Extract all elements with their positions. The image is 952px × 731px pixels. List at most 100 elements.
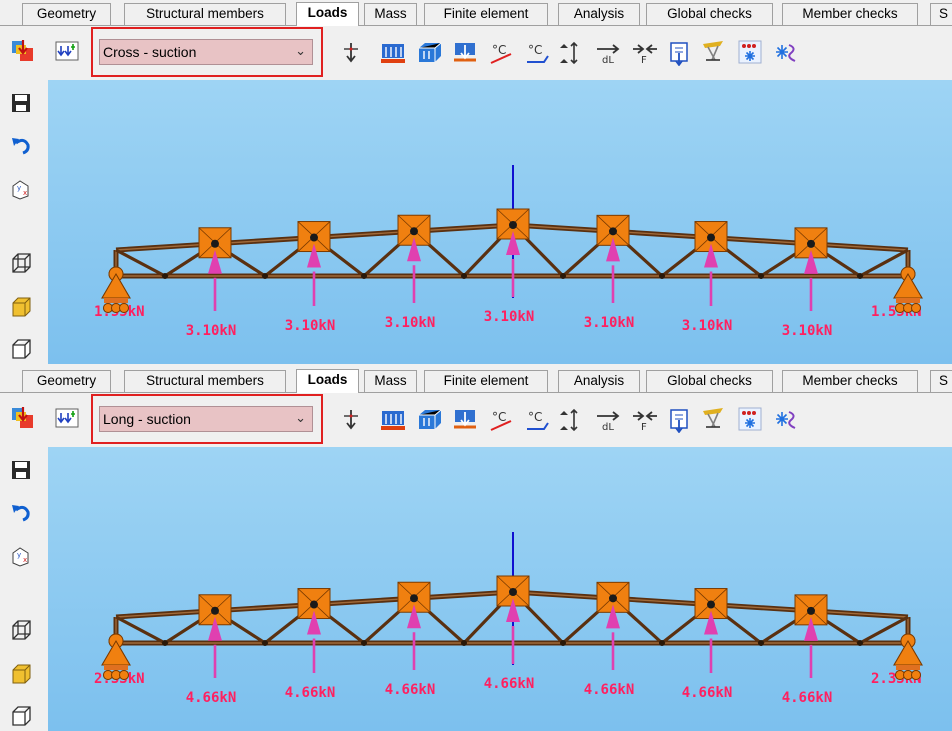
bottom-node[interactable] (461, 273, 467, 279)
top-node[interactable] (609, 227, 617, 236)
axis-view-icon[interactable]: yx (10, 178, 32, 200)
load-combine-icon[interactable] (54, 38, 80, 64)
solid-view-icon[interactable] (10, 296, 32, 318)
bottom-node[interactable] (162, 640, 168, 646)
top-node[interactable] (211, 239, 219, 248)
tab-loads[interactable]: Loads (296, 369, 359, 393)
top-node[interactable] (807, 239, 815, 248)
top-node[interactable] (807, 606, 815, 615)
tab-global-checks[interactable]: Global checks (646, 370, 773, 392)
tab-finite-element[interactable]: Finite element (424, 370, 548, 392)
bottom-node[interactable] (659, 640, 665, 646)
bottom-node[interactable] (262, 640, 268, 646)
bottom-node[interactable] (461, 640, 467, 646)
temperature-load-icon[interactable]: °C (488, 407, 514, 433)
tab-member-checks[interactable]: Member checks (782, 370, 918, 392)
prestress-icon[interactable]: F (632, 40, 658, 66)
snow-load-icon[interactable] (737, 39, 763, 65)
top-node[interactable] (707, 233, 715, 242)
truss-model[interactable]: 4.66kN 4.66kN 4.66kN 4.66kN 4.66kN 4.66kN 4.66… (48, 447, 952, 731)
temperature-load-icon[interactable]: °C (488, 40, 514, 66)
tab-mass[interactable]: Mass (364, 370, 417, 392)
wireframe-icon[interactable] (10, 619, 32, 641)
save-icon[interactable] (10, 459, 32, 481)
chevron-down-icon[interactable]: ⌄ (295, 410, 306, 426)
tab-member-checks[interactable]: Member checks (782, 3, 918, 25)
area-load-icon[interactable] (417, 407, 443, 433)
top-node[interactable] (509, 221, 517, 229)
settlement-icon[interactable] (558, 407, 584, 433)
top-node[interactable] (509, 588, 517, 596)
temperature-gradient-icon[interactable]: °C (524, 40, 550, 66)
save-icon[interactable] (10, 92, 32, 114)
selfweight-icon[interactable] (667, 407, 693, 433)
load-case-select[interactable]: Cross - suction ⌄ (99, 39, 313, 65)
tab-structural-members[interactable]: Structural members (124, 370, 286, 392)
snow-load-icon[interactable] (737, 406, 763, 432)
length-change-icon[interactable]: dL (595, 40, 621, 66)
tab-overflow[interactable]: S (930, 370, 952, 392)
tab-geometry[interactable]: Geometry (22, 3, 111, 25)
bottom-node[interactable] (857, 640, 863, 646)
structure-canvas[interactable]: 3.10kN 3.10kN 3.10kN 3.10kN 3.10kN 3.10kN 3.10… (48, 80, 952, 364)
load-case-highlight: Cross - suction ⌄ (91, 27, 323, 77)
structure-canvas[interactable]: 4.66kN 4.66kN 4.66kN 4.66kN 4.66kN 4.66kN 4.66… (48, 447, 952, 731)
distributed-load-icon[interactable] (380, 40, 406, 66)
tab-overflow[interactable]: S (930, 3, 952, 25)
area-load-icon[interactable] (417, 40, 443, 66)
wireframe-icon[interactable] (10, 252, 32, 274)
load-generate-icon[interactable] (10, 405, 36, 431)
crane-load-icon[interactable] (700, 405, 726, 431)
top-node[interactable] (310, 600, 318, 609)
wind-snow-icon[interactable] (773, 406, 799, 432)
distributed-load-icon[interactable] (380, 407, 406, 433)
solid-view-icon[interactable] (10, 663, 32, 685)
tab-analysis[interactable]: Analysis (558, 370, 640, 392)
top-node[interactable] (211, 606, 219, 615)
top-node[interactable] (609, 594, 617, 603)
temperature-gradient-icon[interactable]: °C (524, 407, 550, 433)
render-view-icon[interactable] (10, 338, 32, 360)
undo-icon[interactable] (10, 501, 32, 523)
bottom-node[interactable] (758, 273, 764, 279)
render-view-icon[interactable] (10, 705, 32, 727)
crane-load-icon[interactable] (700, 38, 726, 64)
wind-snow-icon[interactable] (773, 39, 799, 65)
truss-model[interactable]: 3.10kN 3.10kN 3.10kN 3.10kN 3.10kN 3.10kN 3.10… (48, 80, 952, 364)
chevron-down-icon[interactable]: ⌄ (295, 43, 306, 59)
load-generate-icon[interactable] (10, 38, 36, 64)
load-combine-icon[interactable] (54, 405, 80, 431)
bottom-node[interactable] (758, 640, 764, 646)
prestress-icon[interactable]: F (632, 407, 658, 433)
tab-structural-members[interactable]: Structural members (124, 3, 286, 25)
bottom-node[interactable] (262, 273, 268, 279)
load-case-select[interactable]: Long - suction ⌄ (99, 406, 313, 432)
tab-loads[interactable]: Loads (296, 2, 359, 26)
point-load-icon[interactable] (338, 40, 364, 66)
bottom-node[interactable] (162, 273, 168, 279)
tab-global-checks[interactable]: Global checks (646, 3, 773, 25)
surface-load-icon[interactable] (452, 40, 478, 66)
surface-load-icon[interactable] (452, 407, 478, 433)
settlement-icon[interactable] (558, 40, 584, 66)
bottom-node[interactable] (560, 640, 566, 646)
undo-icon[interactable] (10, 134, 32, 156)
bottom-node[interactable] (560, 273, 566, 279)
tab-geometry[interactable]: Geometry (22, 370, 111, 392)
top-node[interactable] (410, 594, 418, 603)
bottom-node[interactable] (857, 273, 863, 279)
tab-analysis[interactable]: Analysis (558, 3, 640, 25)
top-node[interactable] (707, 600, 715, 609)
bottom-node[interactable] (361, 640, 367, 646)
point-load-icon[interactable] (338, 407, 364, 433)
length-change-icon[interactable]: dL (595, 407, 621, 433)
top-node[interactable] (410, 227, 418, 236)
bottom-node[interactable] (659, 273, 665, 279)
tab-finite-element[interactable]: Finite element (424, 3, 548, 25)
tab-mass[interactable]: Mass (364, 3, 417, 25)
axis-view-icon[interactable]: yx (10, 545, 32, 567)
bottom-node[interactable] (361, 273, 367, 279)
top-node[interactable] (310, 233, 318, 242)
selfweight-icon[interactable] (667, 40, 693, 66)
tab-label: Finite element (443, 6, 529, 21)
